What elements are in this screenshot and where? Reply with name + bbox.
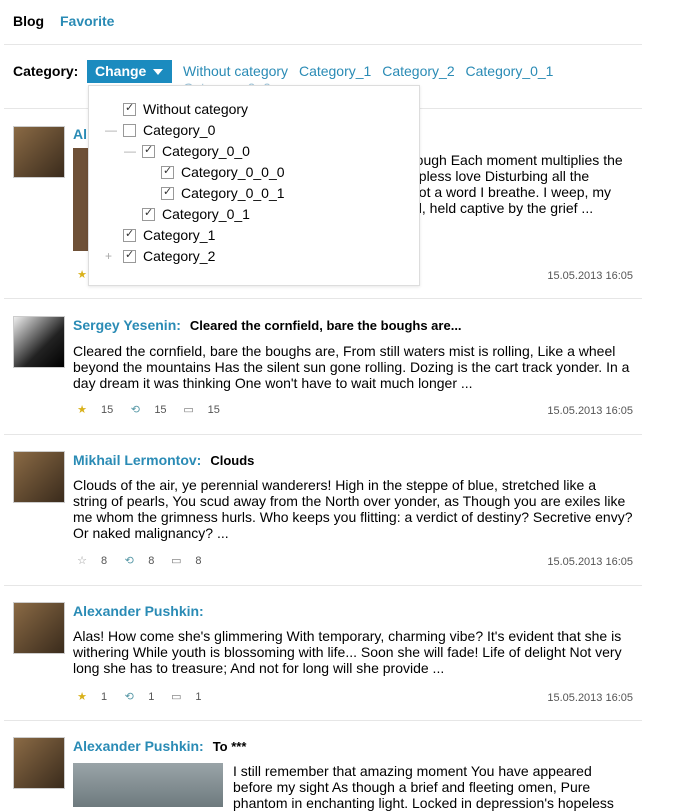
checkbox[interactable] (123, 227, 136, 242)
post-title[interactable]: Cleared the cornfield, bare the boughs a… (190, 318, 462, 333)
post-author[interactable]: Sergey Yesenin: Cleared the cornfield, ba… (73, 317, 462, 333)
collapse-icon[interactable]: — (124, 144, 136, 158)
post-author[interactable]: Mikhail Lermontov: Clouds (73, 452, 254, 468)
item-label: Without category (143, 101, 249, 117)
repost-icon[interactable]: ⟲ (126, 403, 144, 416)
like-count: 15 (101, 404, 114, 416)
category-link[interactable]: Category_0_1 (466, 63, 554, 79)
avatar[interactable] (13, 737, 65, 789)
item-label: Category_0_1 (162, 206, 250, 222)
checkbox[interactable] (142, 143, 155, 158)
post-image[interactable] (73, 148, 89, 251)
category-link[interactable]: Category_2 (382, 63, 454, 79)
post-author[interactable]: Alexander Pushkin: To *** (73, 738, 246, 754)
comment-icon[interactable]: ▭ (180, 403, 198, 416)
item-label: Category_2 (143, 248, 216, 264)
divider (4, 585, 642, 586)
category-link[interactable]: Category_1 (299, 63, 371, 79)
checkbox[interactable] (123, 124, 136, 137)
avatar[interactable] (13, 126, 65, 178)
item-label: Category_0_0_1 (181, 185, 285, 201)
post-date: 15.05.2013 16:05 (547, 405, 633, 417)
checkbox[interactable] (123, 101, 136, 116)
checkbox[interactable] (161, 185, 174, 200)
repost-count: 1 (148, 691, 155, 703)
repost-count: 8 (148, 555, 155, 567)
item-label: Category_0 (143, 122, 216, 138)
top-nav: Blog Favorite (13, 13, 126, 29)
category-dropdown: Without category — Category_0 — Category_0… (88, 85, 420, 286)
collapse-icon[interactable]: — (105, 123, 117, 137)
change-category-button[interactable]: Change (87, 60, 172, 83)
divider (4, 434, 642, 435)
nav-favorite[interactable]: Favorite (60, 13, 114, 29)
checkbox[interactable] (161, 164, 174, 179)
category-label: Category: (13, 63, 79, 79)
comment-count: 1 (195, 691, 202, 703)
post-date: 15.05.2013 16:05 (547, 270, 633, 282)
like-count: 8 (101, 555, 108, 567)
change-label: Change (95, 63, 147, 79)
repost-icon[interactable]: ⟲ (120, 690, 138, 703)
like-count: 1 (101, 691, 108, 703)
post-author[interactable]: Al (73, 126, 87, 142)
comment-icon[interactable]: ▭ (167, 690, 185, 703)
post-meta: ★ 15 ⟲ 15 ▭ 15 (73, 403, 230, 416)
author-name[interactable]: Alexander Pushkin: (73, 738, 204, 754)
checkbox[interactable] (142, 206, 155, 221)
expand-icon[interactable]: + (105, 249, 112, 263)
item-label: Category_1 (143, 227, 216, 243)
blog-page: Blog Favorite Category: Change Without c… (0, 0, 643, 811)
avatar[interactable] (13, 451, 65, 503)
chevron-down-icon (153, 69, 163, 75)
avatar[interactable] (13, 316, 65, 368)
avatar[interactable] (13, 602, 65, 654)
star-icon[interactable]: ☆ (73, 554, 91, 567)
nav-blog[interactable]: Blog (13, 13, 44, 29)
post-text: Alas! How come she's glimmering With tem… (73, 628, 622, 676)
star-icon[interactable]: ★ (73, 690, 91, 703)
post-date: 15.05.2013 16:05 (547, 692, 633, 704)
item-label: Category_0_0 (162, 143, 250, 159)
comment-icon[interactable]: ▭ (167, 554, 185, 567)
post-text: rough Each moment multiplies the apless … (411, 152, 623, 216)
post-meta: ★ 1 ⟲ 1 ▭ 1 (73, 690, 212, 703)
post-author[interactable]: Alexander Pushkin: (73, 603, 204, 619)
author-name[interactable]: Sergey Yesenin: (73, 317, 181, 333)
post-date: 15.05.2013 16:05 (547, 556, 633, 568)
post-image[interactable] (73, 763, 223, 807)
item-label: Category_0_0_0 (181, 164, 285, 180)
post-text: I still remember that amazing moment You… (233, 763, 614, 811)
post-title[interactable]: To *** (213, 739, 247, 754)
author-name[interactable]: Mikhail Lermontov: (73, 452, 201, 468)
divider (4, 44, 642, 45)
checkbox[interactable] (123, 248, 136, 263)
comment-count: 8 (195, 555, 202, 567)
post-meta: ☆ 8 ⟲ 8 ▭ 8 (73, 554, 212, 567)
post-text: Clouds of the air, ye perennial wanderer… (73, 477, 633, 541)
repost-icon[interactable]: ⟲ (120, 554, 138, 567)
post-text: Cleared the cornfield, bare the boughs a… (73, 343, 630, 391)
post-title[interactable]: Clouds (210, 453, 254, 468)
repost-count: 15 (154, 404, 167, 416)
divider (4, 298, 642, 299)
divider (4, 720, 642, 721)
category-link[interactable]: Without category (183, 63, 288, 79)
category-links: Without category Category_1 Category_2 C… (183, 63, 560, 79)
comment-count: 15 (207, 404, 220, 416)
star-icon[interactable]: ★ (73, 403, 91, 416)
